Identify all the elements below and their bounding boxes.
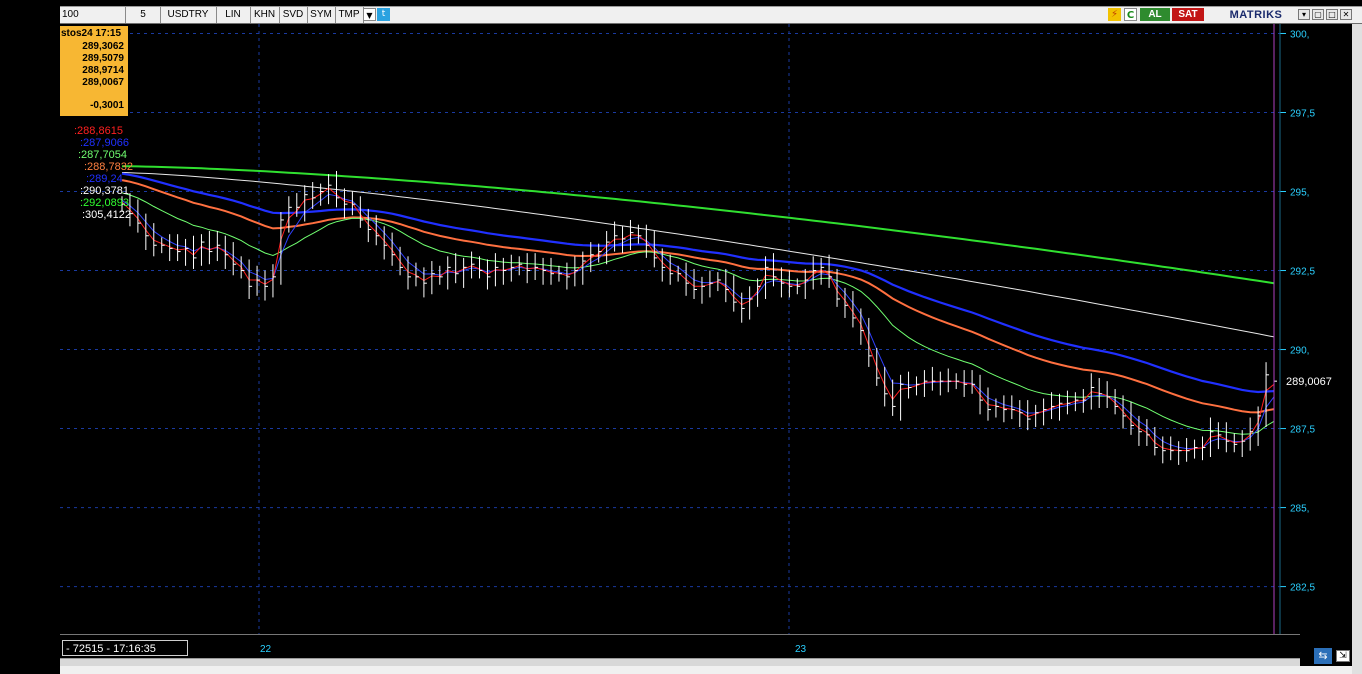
info-low: 288,9714 bbox=[82, 65, 124, 76]
y-tick-label: 290, bbox=[1290, 346, 1309, 357]
lin-button[interactable]: LIN bbox=[216, 7, 251, 23]
twitter-icon[interactable]: t bbox=[377, 8, 390, 21]
legend-item-8: :305,4122 bbox=[82, 209, 131, 221]
status-readout: - 72515 - 17:16:35 bbox=[62, 640, 188, 656]
bottom-bar bbox=[60, 666, 1362, 674]
symbol-field[interactable]: USDTRY bbox=[160, 7, 217, 23]
legend-item-1: :288,8615 bbox=[74, 125, 123, 137]
x-label-23: 23 bbox=[795, 644, 807, 655]
info-change: -0,3001 bbox=[90, 100, 124, 111]
y-tick-label: 300, bbox=[1290, 29, 1309, 40]
y-tick-label: 295, bbox=[1290, 188, 1309, 199]
y-tick-label: 297,5 bbox=[1290, 108, 1315, 119]
lightning-icon[interactable]: ⚡ bbox=[1108, 8, 1121, 21]
brand-logo: MATRIKS bbox=[1229, 9, 1283, 21]
maximize-icon[interactable]: □ bbox=[1326, 9, 1338, 20]
svd-button[interactable]: SVD bbox=[279, 7, 308, 23]
legend-item-2: :287,9066 bbox=[80, 137, 129, 149]
info-open: 289,3062 bbox=[82, 41, 124, 52]
navigate-icon[interactable]: ⇆ bbox=[1314, 648, 1332, 664]
y-tick-label: 287,5 bbox=[1290, 425, 1315, 436]
dropdown-arrow-icon[interactable]: ▼ bbox=[363, 8, 376, 21]
buy-button[interactable]: AL bbox=[1140, 8, 1170, 21]
period-field[interactable]: 100 bbox=[60, 7, 126, 23]
refresh-icon[interactable]: C bbox=[1124, 8, 1137, 21]
info-high: 289,5079 bbox=[82, 53, 124, 64]
price-chart[interactable]: 300, 297,5 295, 292,5 290, 287,5 285, 282,5 289,… bbox=[60, 0, 1362, 674]
legend-item-4: :288,7832 bbox=[84, 161, 133, 173]
sym-button[interactable]: SYM bbox=[307, 7, 336, 23]
minimize-icon[interactable]: ▾ bbox=[1298, 9, 1310, 20]
legend-item-5: :289,24 bbox=[86, 173, 123, 185]
close-icon[interactable]: ✕ bbox=[1340, 9, 1352, 20]
last-price-label: 289,0067 bbox=[1286, 376, 1332, 388]
y-tick-label: 285, bbox=[1290, 504, 1309, 515]
time-axis bbox=[60, 634, 1300, 659]
khn-button[interactable]: KHN bbox=[250, 7, 280, 23]
right-frame bbox=[1352, 24, 1362, 674]
x-label-22: 22 bbox=[260, 644, 272, 655]
tmp-button[interactable]: TMP bbox=[335, 7, 364, 23]
restore-icon[interactable]: ▢ bbox=[1312, 9, 1324, 20]
y-tick-label: 292,5 bbox=[1290, 267, 1315, 278]
sell-button[interactable]: SAT bbox=[1172, 8, 1204, 21]
chart-toolbar: 100 5 USDTRY LIN KHN SVD SYM TMP ▼ t ⚡ C… bbox=[60, 6, 1362, 24]
info-title: stos24 17:15 bbox=[61, 28, 122, 39]
legend-item-7: :292,0893 bbox=[80, 197, 129, 209]
interval-field[interactable]: 5 bbox=[126, 7, 161, 23]
chart-window: 300, 297,5 295, 292,5 290, 287,5 285, 282,5 289,… bbox=[60, 0, 1362, 674]
legend-item-3: :287,7054 bbox=[78, 149, 127, 161]
info-close: 289,0067 bbox=[82, 77, 124, 88]
y-tick-label: 282,5 bbox=[1290, 583, 1315, 594]
expand-icon[interactable]: ⇲ bbox=[1336, 650, 1350, 662]
ohlc-info-box: stos24 17:15 289,3062 289,5079 288,9714 … bbox=[60, 26, 128, 116]
plot-background bbox=[60, 24, 1300, 634]
legend-item-6: :290,3781 bbox=[80, 185, 129, 197]
